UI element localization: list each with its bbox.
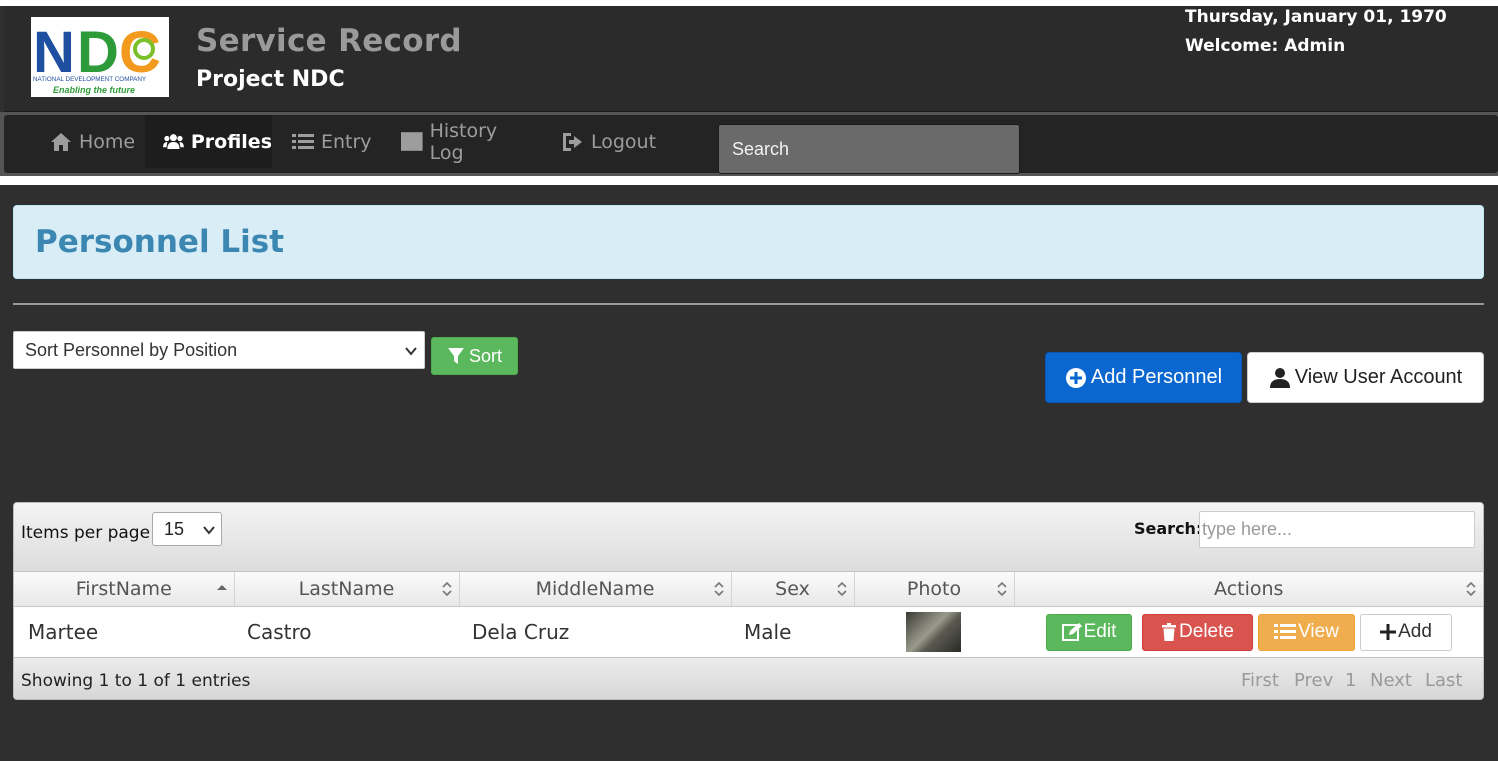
- column-header-label: FirstName: [75, 577, 172, 600]
- nav-entry-label: Entry: [321, 130, 372, 153]
- delete-button-label: Delete: [1179, 621, 1234, 642]
- sort-button[interactable]: Sort: [431, 337, 518, 375]
- table-search-input[interactable]: [1199, 511, 1475, 548]
- sort-select-value: Sort Personnel by Position: [25, 339, 238, 360]
- user-icon: [1269, 367, 1290, 388]
- plus-icon: [1380, 624, 1397, 640]
- column-header-middlename[interactable]: MiddleName: [459, 572, 732, 607]
- column-header-label: MiddleName: [535, 577, 655, 600]
- items-per-page-select[interactable]: 15: [152, 512, 222, 546]
- add-personnel-label: Add Personnel: [1090, 366, 1223, 388]
- column-header-photo[interactable]: Photo: [854, 572, 1015, 607]
- items-per-page-value: 15: [164, 518, 185, 539]
- horizontal-rule: [13, 303, 1484, 305]
- cell-firstname: Martee: [28, 619, 99, 644]
- panel-heading: Personnel List: [13, 205, 1484, 279]
- column-header-label: LastName: [298, 577, 395, 600]
- add-personnel-button[interactable]: Add Personnel: [1045, 352, 1242, 403]
- nav-profiles-label: Profiles: [190, 130, 272, 153]
- add-row-button[interactable]: Add: [1360, 613, 1452, 651]
- personnel-photo[interactable]: [906, 611, 961, 652]
- sort-both-icon: [1466, 581, 1476, 597]
- chevron-down-icon: [203, 526, 215, 535]
- nav-profiles[interactable]: Profiles: [145, 115, 272, 168]
- sort-both-icon: [996, 581, 1007, 597]
- sort-asc-icon: [216, 585, 227, 590]
- pager-first[interactable]: First: [1241, 670, 1279, 691]
- cell-actions: Edit Delete View Add: [1014, 606, 1483, 657]
- delete-button[interactable]: Delete: [1142, 613, 1253, 651]
- view-button-label: View: [1298, 621, 1339, 642]
- nav-home-label: Home: [79, 130, 136, 153]
- column-header-label: Photo: [906, 577, 962, 600]
- nav-entry[interactable]: Entry: [292, 115, 377, 168]
- cell-middlename: Dela Cruz: [472, 619, 570, 644]
- nav-home[interactable]: Home: [50, 115, 140, 168]
- page-title: Personnel List: [35, 224, 285, 260]
- nav-history-log[interactable]: History Log: [401, 115, 535, 168]
- personnel-table-widget: Items per page: 15 Search: FirstName Las…: [13, 502, 1484, 700]
- home-icon: [51, 132, 71, 151]
- entries-info: Showing 1 to 1 of 1 entries: [21, 671, 251, 691]
- welcome-user: Welcome: Admin: [1185, 36, 1346, 56]
- pager-last[interactable]: Last: [1425, 670, 1463, 691]
- column-header-label: Sex: [775, 577, 810, 600]
- column-header-actions[interactable]: Actions: [1014, 572, 1483, 607]
- nav-search-input[interactable]: [718, 124, 1020, 174]
- filter-icon: [447, 348, 464, 364]
- ndc-logo: N D C NATIONAL DEVELOPMENT COMPANY Enabl…: [31, 17, 169, 97]
- nav-logout[interactable]: Logout: [562, 115, 657, 168]
- table-footer: Showing 1 to 1 of 1 entries First Prev 1…: [14, 657, 1483, 699]
- nav-divider: [0, 176, 1498, 185]
- add-row-button-label: Add: [1398, 621, 1432, 642]
- svg-text:Enabling the future: Enabling the future: [53, 85, 135, 95]
- items-per-page-label: Items per page:: [21, 523, 156, 543]
- svg-text:NATIONAL DEVELOPMENT COMPANY: NATIONAL DEVELOPMENT COMPANY: [33, 76, 147, 83]
- nav-logout-label: Logout: [591, 130, 657, 153]
- cell-photo: [854, 606, 1014, 657]
- personnel-table: FirstName LastName MiddleName Sex Photo: [14, 572, 1483, 657]
- main-navbar: Home Profiles Entry History Log Logout: [4, 115, 1498, 174]
- table-header-row: FirstName LastName MiddleName Sex Photo: [14, 572, 1483, 607]
- chevron-down-icon: [405, 347, 417, 356]
- table-row: Martee Castro Dela Cruz Male Edit Delete: [14, 606, 1483, 657]
- cell-lastname: Castro: [247, 619, 312, 644]
- edit-button-label: Edit: [1083, 621, 1117, 642]
- view-button[interactable]: View: [1258, 613, 1355, 651]
- sort-button-label: Sort: [468, 345, 502, 366]
- plus-circle-icon: [1065, 367, 1086, 388]
- app-title: Service Record: [196, 23, 462, 59]
- pager-prev[interactable]: Prev: [1294, 670, 1333, 691]
- sort-both-icon: [441, 581, 452, 597]
- pager-next[interactable]: Next: [1370, 670, 1412, 691]
- current-date: Thursday, January 01, 1970: [1185, 7, 1447, 27]
- column-header-sex[interactable]: Sex: [731, 572, 855, 607]
- edit-button[interactable]: Edit: [1046, 613, 1132, 651]
- column-header-firstname[interactable]: FirstName: [14, 572, 235, 607]
- pager-page-1[interactable]: 1: [1345, 670, 1356, 691]
- view-user-account-label: View User Account: [1294, 366, 1463, 388]
- column-header-lastname[interactable]: LastName: [234, 572, 460, 607]
- list-icon: [292, 133, 314, 149]
- users-icon: [163, 133, 184, 149]
- sort-select[interactable]: Sort Personnel by Position: [13, 331, 425, 369]
- sort-both-icon: [713, 581, 724, 597]
- cell-sex: Male: [744, 619, 792, 644]
- app-subtitle: Project NDC: [196, 67, 345, 92]
- logout-icon: [563, 132, 582, 151]
- table-search-label: Search:: [1134, 519, 1203, 538]
- column-header-label: Actions: [1214, 577, 1284, 600]
- list-icon: [1274, 624, 1297, 639]
- table-toolbar: Items per page: 15 Search:: [14, 503, 1483, 572]
- trash-icon: [1162, 623, 1177, 641]
- app-header: N D C NATIONAL DEVELOPMENT COMPANY Enabl…: [4, 6, 1498, 112]
- edit-icon: [1061, 623, 1082, 641]
- view-user-account-button[interactable]: View User Account: [1247, 352, 1484, 403]
- sort-both-icon: [836, 581, 847, 597]
- table-icon: [401, 131, 423, 151]
- nav-history-log-label: History Log: [429, 119, 498, 164]
